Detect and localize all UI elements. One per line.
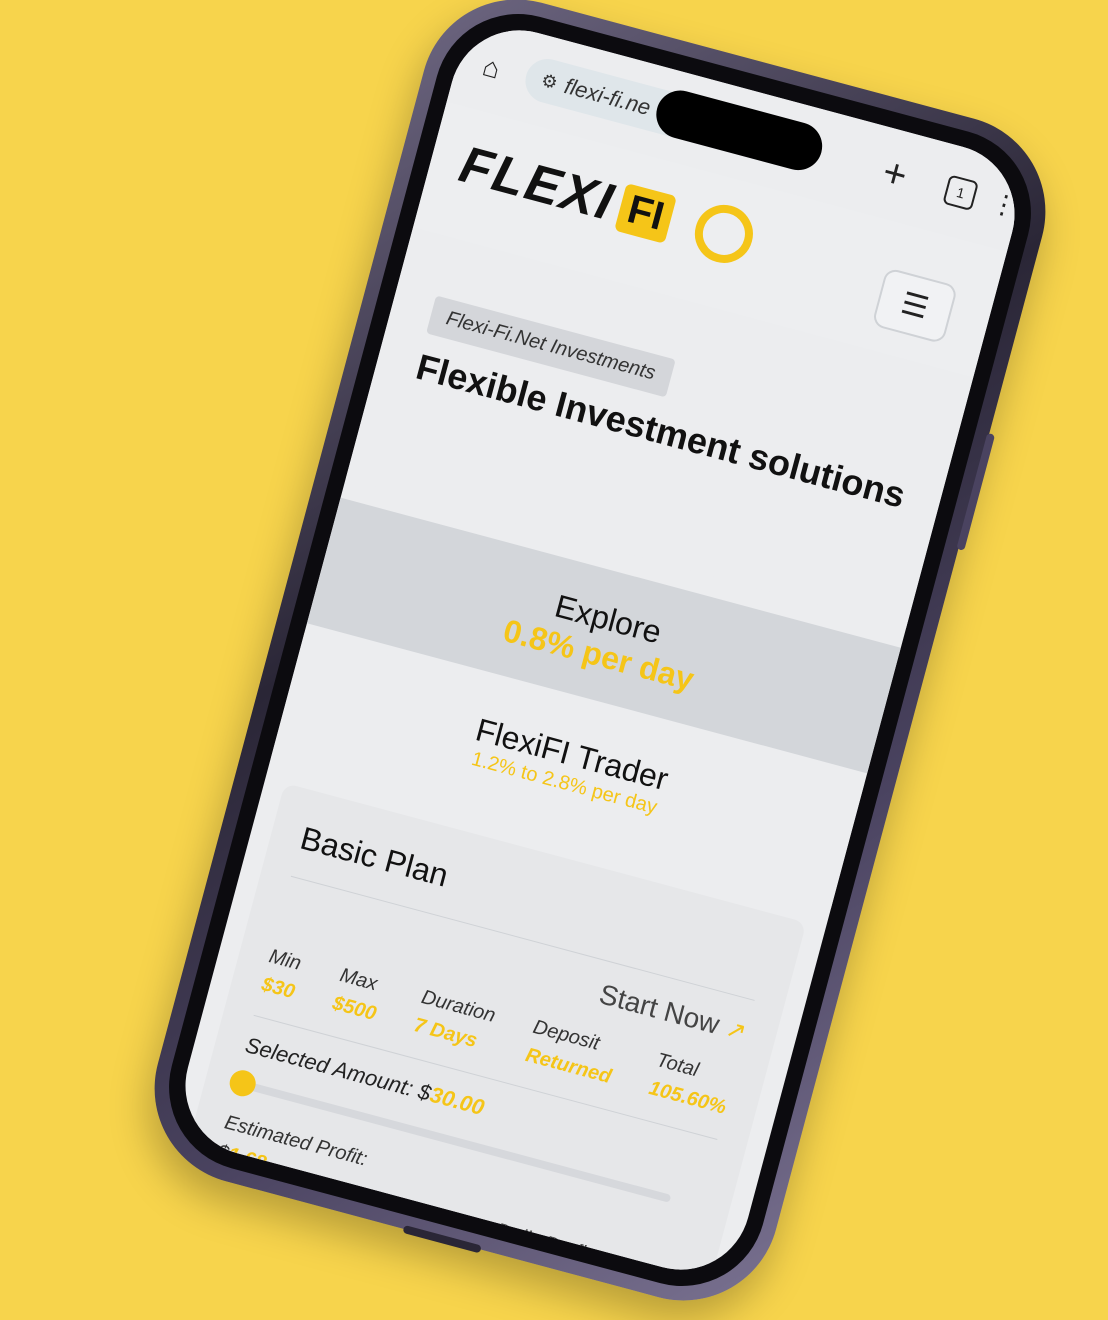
logo-wordmark: FLEXI: [453, 135, 621, 233]
tabs-count-icon[interactable]: 1: [942, 174, 980, 212]
stat-label: Total: [654, 1049, 701, 1082]
hamburger-icon: ☰: [897, 286, 933, 326]
stat-duration: Duration 7 Days: [411, 986, 498, 1056]
home-icon[interactable]: ⌂: [479, 50, 503, 85]
url-text: flexi-fi.ne: [561, 73, 654, 121]
selected-amount-value: 30.00: [427, 1081, 487, 1121]
stat-label: Max: [337, 964, 380, 996]
plan-stats: Min $30 Max $500 Duration 7 Days Deposit…: [259, 945, 736, 1119]
stat-value: 105.60%: [646, 1077, 729, 1119]
start-now-label: Start Now: [596, 978, 723, 1041]
logo-fi-badge: FI: [614, 182, 678, 244]
amount-slider-thumb[interactable]: [226, 1067, 259, 1100]
arrow-up-right-icon: ↗: [722, 1014, 750, 1046]
more-vert-icon[interactable]: ⋮: [987, 187, 1021, 224]
phone: ⌂ ⚙ flexi-fi.ne + 1 ⋮ FLEXI FI ☰ Flexi-F…: [133, 0, 1067, 1320]
new-tab-icon[interactable]: +: [878, 150, 912, 199]
stat-deposit: Deposit Returned: [523, 1016, 621, 1089]
menu-button[interactable]: ☰: [871, 267, 959, 345]
stat-total: Total 105.60%: [646, 1049, 736, 1120]
logo-mark-icon: [688, 198, 760, 270]
stat-value: Returned: [523, 1044, 614, 1088]
stat-min: Min $30: [259, 945, 305, 1004]
stat-value: $500: [330, 992, 379, 1026]
stat-max: Max $500: [330, 964, 386, 1026]
stage: ⌂ ⚙ flexi-fi.ne + 1 ⋮ FLEXI FI ☰ Flexi-F…: [0, 0, 1108, 1320]
stat-label: Min: [266, 945, 304, 975]
site-settings-icon[interactable]: ⚙: [539, 69, 560, 93]
stat-value: $30: [259, 973, 298, 1004]
